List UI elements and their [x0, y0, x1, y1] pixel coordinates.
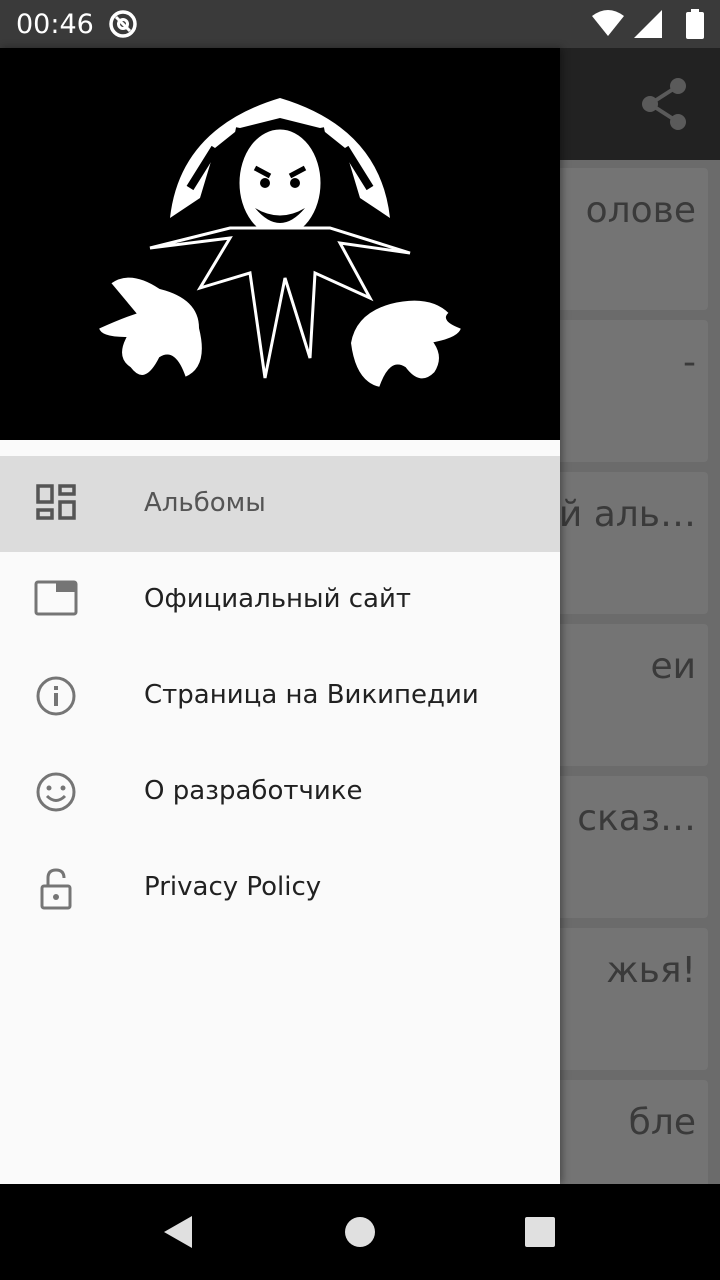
- signal-icon: [634, 10, 662, 38]
- info-icon: [36, 676, 76, 716]
- menu-item-privacy-policy[interactable]: Privacy Policy: [0, 840, 560, 936]
- drawer-menu: Альбомы Официальный сайт Страница на Вик…: [0, 456, 560, 936]
- browser-window-icon: [34, 580, 78, 616]
- menu-item-albums[interactable]: Альбомы: [0, 456, 560, 552]
- home-icon[interactable]: [345, 1217, 375, 1247]
- dashboard-icon: [36, 484, 76, 520]
- menu-item-wikipedia[interactable]: Страница на Википедии: [0, 648, 560, 744]
- wifi-icon: [592, 10, 624, 36]
- navigation-drawer: Альбомы Официальный сайт Страница на Вик…: [0, 48, 560, 1184]
- menu-item-about-developer[interactable]: О разработчике: [0, 744, 560, 840]
- menu-item-label: Privacy Policy: [144, 872, 322, 902]
- menu-item-official-site[interactable]: Официальный сайт: [0, 552, 560, 648]
- menu-item-label: Страница на Википедии: [144, 680, 479, 710]
- smiley-icon: [36, 772, 76, 812]
- drawer-header: [0, 48, 560, 440]
- menu-item-label: О разработчике: [144, 776, 363, 806]
- menu-item-label: Официальный сайт: [144, 584, 412, 614]
- unlock-icon: [40, 868, 72, 910]
- at-sign-notification-icon: [109, 10, 137, 38]
- recents-icon[interactable]: [525, 1217, 555, 1247]
- status-time: 00:46: [16, 9, 94, 40]
- navigation-bar: [0, 1184, 720, 1280]
- back-icon[interactable]: [164, 1216, 194, 1248]
- status-bar: 00:46: [0, 0, 720, 48]
- menu-item-label: Альбомы: [144, 488, 266, 518]
- jester-logo: [96, 98, 464, 388]
- battery-icon: [686, 9, 704, 39]
